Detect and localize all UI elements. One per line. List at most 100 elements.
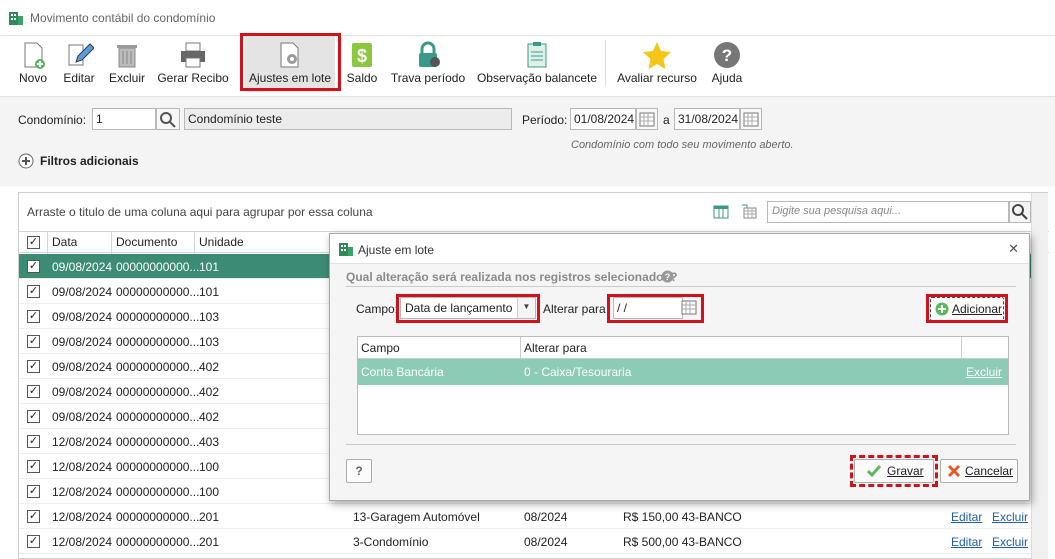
row-excluir-link[interactable]: Excluir [992, 510, 1028, 524]
periodo-start-calendar-button[interactable] [636, 108, 658, 130]
group-by-hint: Arraste o titulo de uma coluna aqui para… [27, 205, 373, 219]
row-valor: R$ 500,00 43-BANCO [623, 535, 742, 549]
table-row[interactable]: ✓ 12/08/2024 00000000000... 201 13-Garagem A… [19, 504, 1031, 529]
row-unidade: 101 [199, 285, 220, 299]
row-unidade: 100 [199, 485, 220, 499]
help-icon: ? [712, 40, 742, 70]
periodo-start-input[interactable]: 01/08/2024 [570, 108, 636, 130]
row-documento: 00000000000... [116, 385, 200, 399]
table-row[interactable]: ✓ 12/08/2024 00000000000... 201 3-Condomínio… [19, 529, 1031, 554]
row-checkbox[interactable]: ✓ [27, 435, 40, 448]
cancelar-button[interactable]: Cancelar [940, 459, 1018, 483]
row-data: 09/08/2024 [52, 410, 113, 424]
editar-button[interactable]: Editar [60, 36, 98, 92]
row-checkbox[interactable]: ✓ [27, 460, 40, 473]
dialog-title: Ajuste em lote [358, 243, 435, 257]
row-checkbox[interactable]: ✓ [27, 335, 40, 348]
row-checkbox[interactable]: ✓ [27, 385, 40, 398]
search-icon [1012, 204, 1028, 220]
periodo-end-calendar-button[interactable] [740, 108, 762, 130]
table-row[interactable]: Conta Bancária 0 - Caixa/Tesouraria Excl… [358, 359, 1008, 385]
row-documento: 00000000000... [116, 310, 200, 324]
row-editar-link[interactable]: Editar [951, 510, 982, 524]
row-competencia: 08/2024 [524, 510, 568, 524]
row-checkbox[interactable]: ✓ [27, 260, 40, 273]
row-checkbox[interactable]: ✓ [27, 360, 40, 373]
grid-search-input[interactable]: Digite sua pesquisa aqui... [767, 201, 1009, 223]
grid-search-button[interactable] [1009, 201, 1031, 223]
row-documento: 00000000000... [116, 535, 200, 549]
calendar-icon [639, 112, 655, 127]
saldo-button[interactable]: $ Saldo [345, 36, 379, 92]
row-data: 12/08/2024 [52, 535, 113, 549]
row-conta: 3-Condomínio [353, 535, 429, 549]
row-data: 09/08/2024 [52, 360, 113, 374]
avaliar-recurso-button[interactable]: Avaliar recurso [614, 36, 700, 92]
observacao-balancete-button[interactable]: Observação balancete [476, 36, 598, 92]
row-documento: 00000000000... [116, 360, 200, 374]
novo-label: Novo [18, 71, 47, 85]
row-checkbox[interactable]: ✓ [27, 510, 40, 523]
row-checkbox[interactable]: ✓ [27, 410, 40, 423]
row-conta: 13-Garagem Automóvel [353, 510, 480, 524]
row-unidade: 402 [199, 410, 220, 424]
row-checkbox[interactable]: ✓ [27, 535, 40, 548]
svg-text:?: ? [665, 272, 671, 282]
plus-circle-icon [18, 153, 34, 169]
row-checkbox[interactable]: ✓ [27, 310, 40, 323]
alteracoes-table-header: Campo Alterar para [358, 337, 1008, 359]
row-unidade: 402 [199, 360, 220, 374]
row-unidade: 101 [199, 260, 220, 274]
periodo-label: Período: [522, 113, 568, 127]
col-data-header[interactable]: Data [52, 235, 77, 249]
ajuda-label: Ajuda [711, 71, 743, 85]
row-campo: Conta Bancária [361, 365, 444, 379]
select-all-checkbox[interactable]: ✓ [27, 236, 40, 249]
dialog-help-button[interactable]: ? [346, 459, 372, 483]
close-x-icon [947, 464, 961, 478]
condominio-search-button[interactable] [156, 108, 180, 130]
row-checkbox[interactable]: ✓ [27, 285, 40, 298]
ajuste-em-lote-dialog: Ajuste em lote ✕ Qual alteração será rea… [329, 233, 1030, 501]
row-editar-link[interactable]: Editar [951, 535, 982, 549]
col-documento-header[interactable]: Documento [116, 235, 177, 249]
novo-button[interactable]: Novo [14, 36, 52, 92]
row-documento: 00000000000... [116, 260, 200, 274]
highlight-box [607, 294, 704, 323]
excluir-button[interactable]: Excluir [106, 36, 148, 92]
ajuda-button[interactable]: ? Ajuda [708, 36, 746, 92]
row-checkbox[interactable]: ✓ [27, 485, 40, 498]
trava-periodo-button[interactable]: Trava período [390, 36, 466, 92]
columns-icon[interactable] [713, 204, 729, 223]
filtros-adicionais-label: Filtros adicionais [40, 154, 139, 168]
row-data: 09/08/2024 [52, 260, 113, 274]
row-documento: 00000000000... [116, 485, 200, 499]
campo-label: Campo: [356, 302, 399, 316]
grid-vertical-scrollbar[interactable] [1031, 193, 1048, 559]
avaliar-recurso-label: Avaliar recurso [617, 71, 697, 85]
row-data: 09/08/2024 [52, 310, 113, 324]
editar-label: Editar [63, 71, 95, 85]
svg-text:$: $ [357, 46, 367, 66]
cancelar-label: Cancelar [965, 464, 1014, 478]
toolbar: Novo Editar Excluir Gerar Recibo Ajustes… [0, 33, 1055, 96]
trava-periodo-label: Trava período [390, 71, 466, 85]
periodo-end-input[interactable]: 31/08/2024 [674, 108, 740, 130]
highlight-box [240, 33, 341, 91]
col-unidade-header[interactable]: Unidade [199, 235, 244, 249]
status-text: Condomínio com todo seu movimento aberto… [571, 139, 794, 151]
condominio-code-input[interactable]: 1 [92, 108, 156, 130]
saldo-label: Saldo [346, 71, 378, 85]
row-data: 12/08/2024 [52, 510, 113, 524]
filter-form: Condomínio: 1 Condomínio teste Período: … [0, 96, 1055, 186]
row-excluir-link[interactable]: Excluir [992, 535, 1028, 549]
row-data: 09/08/2024 [52, 285, 113, 299]
export-grid-icon[interactable] [741, 204, 757, 223]
gerar-recibo-button[interactable]: Gerar Recibo [156, 36, 230, 92]
row-excluir-link[interactable]: Excluir [966, 365, 1002, 379]
star-icon [642, 40, 672, 70]
clipboard-icon [522, 40, 552, 70]
row-documento: 00000000000... [116, 335, 200, 349]
dialog-close-icon[interactable]: ✕ [1008, 241, 1019, 257]
question-help-icon[interactable]: ? [661, 270, 674, 286]
